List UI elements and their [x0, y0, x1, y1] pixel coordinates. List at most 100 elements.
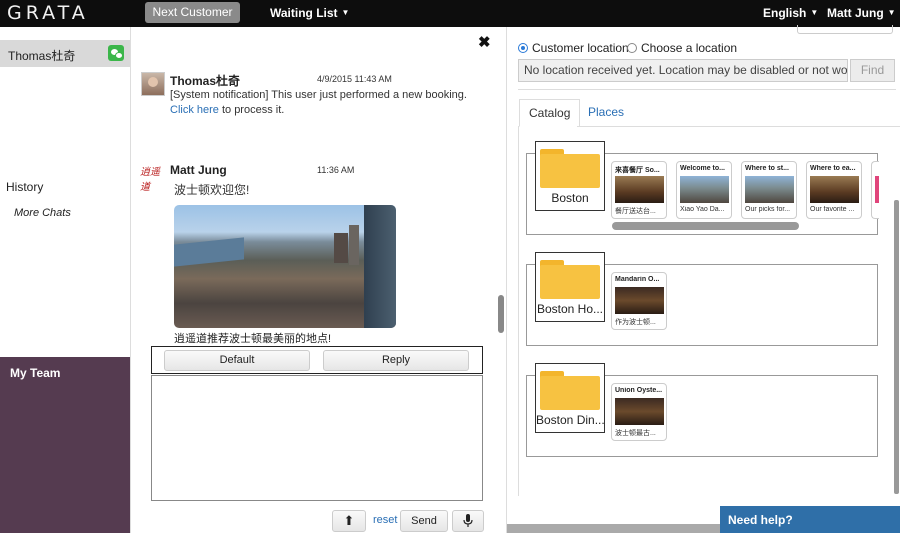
photo-water	[174, 237, 244, 267]
catalog-vertical-scrollbar[interactable]	[894, 200, 899, 494]
card-subtitle: 作为波士顿...	[615, 319, 656, 326]
card-title: Where to ea...	[810, 165, 856, 172]
microphone-button[interactable]	[452, 510, 484, 532]
choose-location-radio[interactable]	[627, 43, 637, 53]
user-name: Matt Jung	[827, 6, 884, 20]
folder-name: Boston	[551, 191, 589, 205]
catalog-group: Boston Din... Union Oyste... 波士顿最古...	[526, 363, 878, 457]
card-image	[875, 176, 879, 203]
chevron-down-icon: ▼	[810, 8, 819, 17]
my-team-heading: My Team	[10, 366, 61, 380]
map-type-select[interactable]	[797, 25, 893, 34]
folder-icon	[540, 265, 600, 299]
divider	[518, 89, 896, 90]
tab-catalog[interactable]: Catalog	[519, 99, 581, 127]
sidebar-item-label: Thomas杜奇	[8, 49, 76, 63]
card-subtitle: 波士顿最古...	[615, 430, 656, 437]
folder-item[interactable]: Boston	[535, 141, 605, 211]
waiting-list-label: Waiting List	[270, 6, 338, 20]
customer-avatar	[141, 72, 165, 96]
tab-places[interactable]: Places	[579, 99, 633, 127]
card-subtitle: Our favorite ...	[810, 206, 855, 213]
default-button[interactable]: Default	[164, 350, 310, 371]
catalog-card[interactable]: 来喜餐厅 So... 餐厅送达台...	[611, 161, 667, 219]
chat-panel: ✖ Thomas杜奇 4/9/2015 11:43 AM [System not…	[131, 27, 506, 533]
chevron-down-icon: ▼	[887, 8, 896, 17]
catalog-card[interactable]: Union Oyste... 波士顿最古...	[611, 383, 667, 441]
wechat-icon	[108, 45, 124, 61]
message-link-suffix: to process it.	[218, 104, 285, 116]
location-input[interactable]: No location received yet. Location may b…	[518, 59, 848, 82]
catalog-card-partial[interactable]	[871, 161, 879, 219]
close-icon[interactable]: ✖	[478, 33, 491, 51]
reply-button[interactable]: Reply	[323, 350, 469, 371]
upload-icon: ⬆	[343, 513, 355, 528]
card-subtitle: Our picks for...	[745, 206, 791, 213]
catalog-card[interactable]: Mandarin O... 作为波士顿...	[611, 272, 667, 330]
folder-name: Boston Din...	[536, 413, 604, 427]
card-title: 来喜餐厅 So...	[615, 167, 660, 174]
upload-button[interactable]: ⬆	[332, 510, 366, 532]
photo-tower	[364, 205, 396, 328]
top-bar: GRATA Next Customer Waiting List ▼ Englis…	[0, 0, 900, 27]
catalog-horizontal-scrollbar[interactable]	[612, 222, 799, 230]
card-title: Mandarin O...	[615, 276, 660, 283]
message-body: [System notification] This user just per…	[170, 89, 467, 101]
click-here-link[interactable]: Click here	[170, 104, 219, 116]
card-subtitle: 餐厅送达台...	[615, 208, 656, 215]
choose-location-label: Choose a location	[641, 41, 738, 55]
find-button[interactable]: Find	[850, 59, 895, 82]
card-image	[615, 287, 664, 314]
card-image	[745, 176, 794, 203]
boston-photo	[174, 205, 396, 328]
sidebar-item-active-chat[interactable]: Thomas杜奇	[0, 40, 130, 67]
card-title: Welcome to...	[680, 165, 725, 172]
send-button[interactable]: Send	[400, 510, 448, 532]
folder-icon	[540, 154, 600, 188]
message-time: 11:36 AM	[317, 165, 355, 175]
chat-scrollbar[interactable]	[498, 295, 504, 333]
folder-item[interactable]: Boston Ho...	[535, 252, 605, 322]
card-image	[680, 176, 729, 203]
catalog-card[interactable]: Where to st... Our picks for...	[741, 161, 797, 219]
message-sender: Thomas杜奇	[170, 74, 241, 88]
photo-building	[334, 233, 348, 263]
panel-horizontal-scrollbar[interactable]	[507, 524, 721, 533]
microphone-icon	[463, 514, 473, 527]
message-text: 波士顿欢迎您!	[174, 183, 250, 197]
card-image	[615, 398, 664, 425]
folder-name: Boston Ho...	[536, 302, 604, 316]
sidebar: Thomas杜奇 History More Chats My Team	[0, 27, 131, 533]
customer-location-label: Customer location	[532, 41, 629, 55]
folder-icon	[540, 376, 600, 410]
catalog-group: Boston Ho... Mandarin O... 作为波士顿...	[526, 252, 878, 346]
chevron-down-icon: ▼	[341, 8, 350, 17]
message-input[interactable]	[151, 375, 483, 501]
waiting-list-menu[interactable]: Waiting List ▼	[270, 6, 349, 20]
need-help-button[interactable]: Need help?	[720, 506, 900, 533]
language-menu[interactable]: English ▼	[763, 6, 818, 20]
card-title: Where to st...	[745, 165, 789, 172]
card-image	[810, 176, 859, 203]
history-heading: History	[6, 180, 44, 194]
language-label: English	[763, 6, 807, 20]
message-sender: Matt Jung	[170, 163, 227, 177]
folder-item[interactable]: Boston Din...	[535, 363, 605, 433]
photo-building	[349, 225, 359, 265]
catalog-group: Boston 来喜餐厅 So... 餐厅送达台... Welcome to...…	[526, 141, 879, 235]
catalog-card[interactable]: Welcome to... Xiao Yao Da...	[676, 161, 732, 219]
location-catalog-panel: Customer location Choose a location No l…	[506, 25, 900, 533]
reset-link[interactable]: reset	[373, 514, 397, 526]
card-subtitle: Xiao Yao Da...	[680, 206, 725, 213]
catalog-card[interactable]: Where to ea... Our favorite ...	[806, 161, 862, 219]
grata-logo: GRATA	[7, 2, 89, 24]
customer-location-radio[interactable]	[518, 43, 528, 53]
card-title: Union Oyste...	[615, 387, 663, 394]
user-menu[interactable]: Matt Jung ▼	[827, 6, 896, 20]
agent-avatar: 逍遥道	[140, 167, 160, 193]
photo-caption: 逍遥道推荐波士顿最美丽的地点!	[174, 333, 332, 345]
my-team-panel: My Team	[0, 357, 130, 533]
card-image	[615, 176, 664, 203]
more-chats-link[interactable]: More Chats	[14, 207, 71, 219]
next-customer-button[interactable]: Next Customer	[145, 2, 240, 23]
